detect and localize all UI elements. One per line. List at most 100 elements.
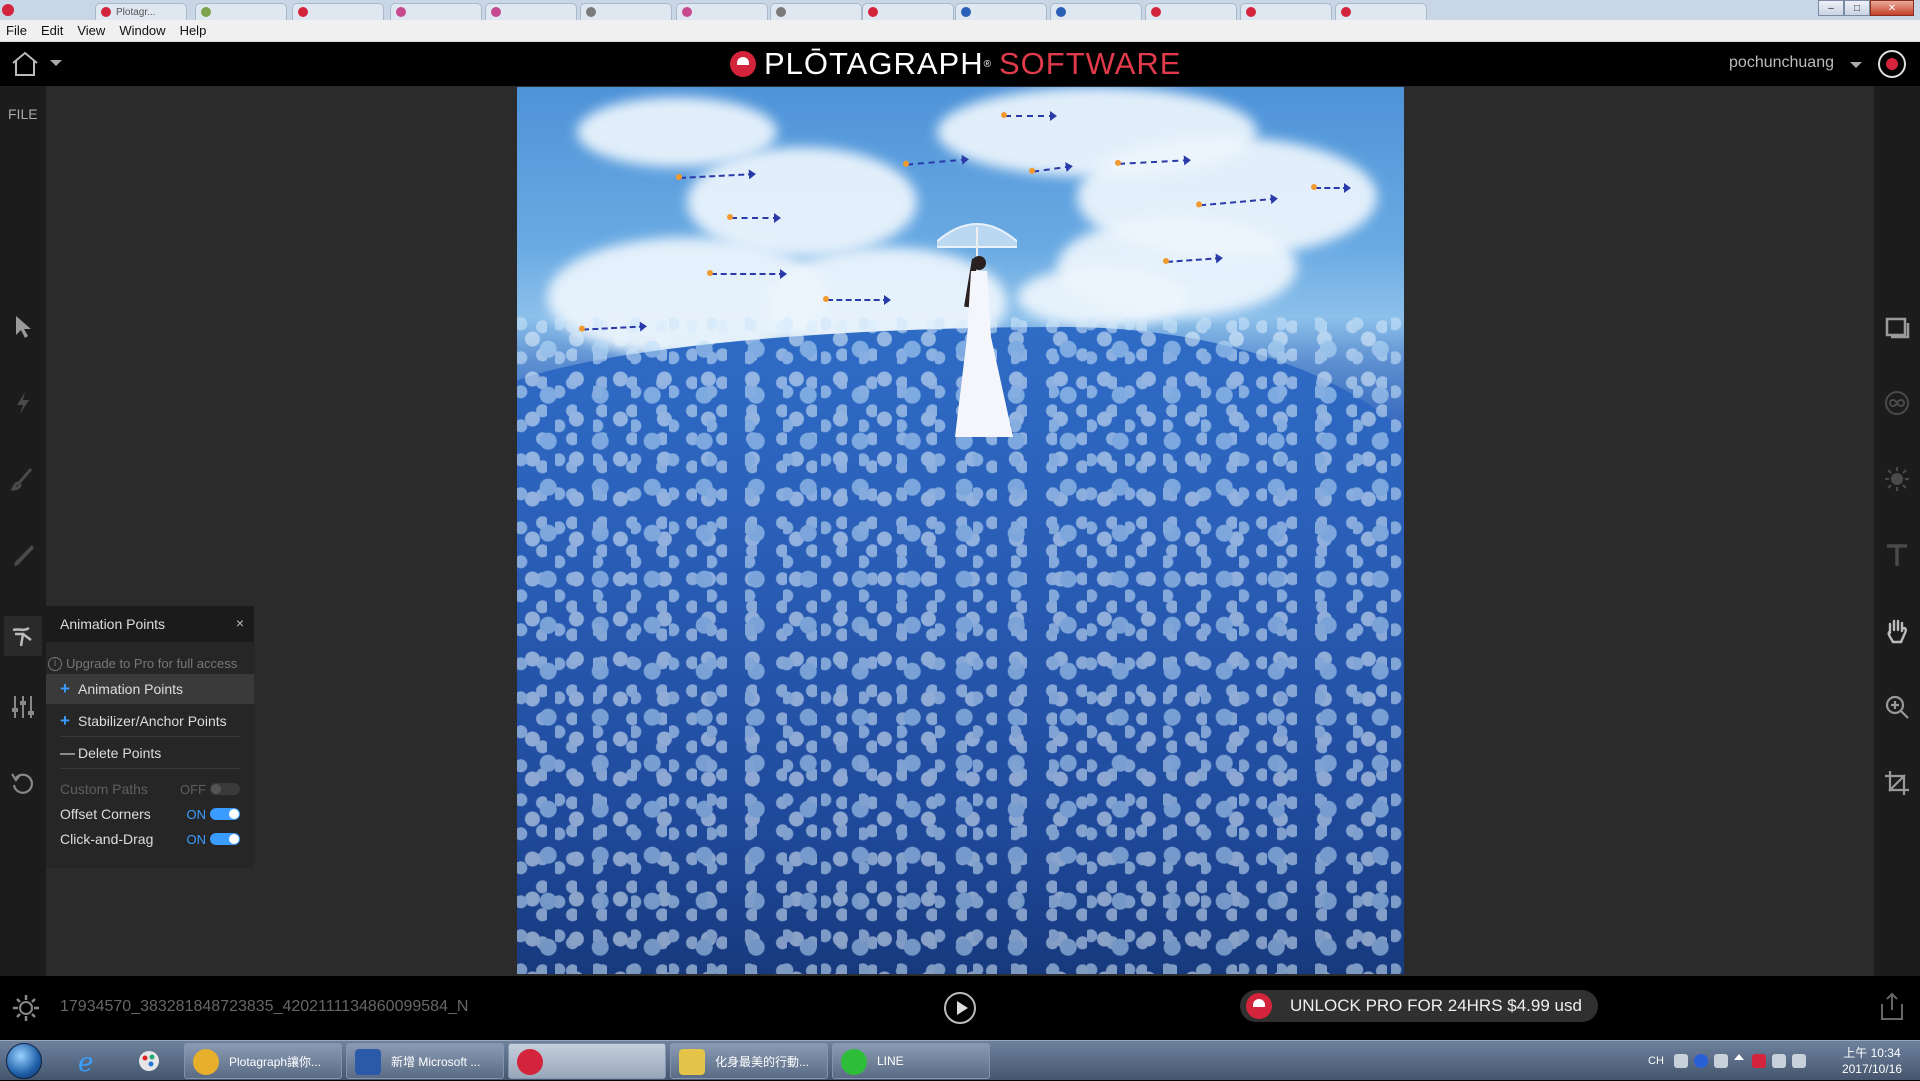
offset-corners-toggle[interactable]: Offset Corners ON: [60, 803, 240, 825]
volume-icon[interactable]: [1792, 1054, 1806, 1068]
browser-tab[interactable]: [580, 3, 672, 20]
minimize-button[interactable]: –: [1818, 0, 1844, 16]
upgrade-note-text: Upgrade to Pro for full access: [66, 656, 238, 671]
right-toolbar: [1874, 86, 1920, 976]
pen-icon[interactable]: [8, 540, 38, 570]
select-arrow-icon[interactable]: [8, 312, 38, 342]
browser-tab[interactable]: [1050, 3, 1142, 20]
animation-points-button[interactable]: + Animation Points: [46, 674, 254, 704]
delete-points-button[interactable]: — Delete Points: [46, 738, 254, 768]
hand-icon[interactable]: [1882, 616, 1912, 646]
browser-tab[interactable]: [1335, 3, 1427, 20]
avatar[interactable]: [1878, 50, 1906, 78]
panel-title: Animation Points: [60, 616, 166, 632]
browser-tab[interactable]: [955, 3, 1047, 20]
brightness-icon[interactable]: [1882, 464, 1912, 494]
close-window-button[interactable]: ✕: [1870, 0, 1914, 16]
browser-tab[interactable]: [862, 3, 954, 20]
sliders-icon[interactable]: [8, 692, 38, 722]
windows-start-icon[interactable]: [6, 1043, 42, 1079]
file-tab[interactable]: FILE: [8, 106, 38, 122]
animation-path-arrow[interactable]: [727, 213, 781, 223]
unlock-pro-button[interactable]: UNLOCK PRO FOR 24HRS $4.99 usd: [1240, 990, 1598, 1022]
svg-text:e: e: [78, 1048, 93, 1076]
maximize-button[interactable]: □: [1844, 0, 1870, 16]
taskbar-app-line[interactable]: LINE: [832, 1043, 990, 1079]
taskbar-app-chrome[interactable]: Plotagraph讓你...: [184, 1043, 342, 1079]
home-icon[interactable]: [10, 50, 40, 78]
menu-view[interactable]: View: [77, 23, 105, 38]
crop-icon[interactable]: [1882, 768, 1912, 798]
folder-icon: [679, 1049, 705, 1075]
browser-tab[interactable]: [1145, 3, 1237, 20]
plus-icon: +: [60, 679, 70, 698]
offset-corners-label: Offset Corners: [60, 806, 151, 822]
animation-path-arrow[interactable]: [907, 158, 967, 166]
stabilizer-anchor-points-button[interactable]: + Stabilizer/Anchor Points: [46, 706, 254, 736]
divider: [60, 736, 240, 737]
close-icon[interactable]: ×: [236, 615, 244, 631]
keyboard-icon[interactable]: [1674, 1054, 1688, 1068]
image-canvas[interactable]: [517, 87, 1404, 974]
click-and-drag-switch[interactable]: [210, 833, 240, 845]
user-menu-chevron-icon[interactable]: [1850, 62, 1862, 68]
animation-path-arrow[interactable]: [1001, 111, 1057, 121]
taskbar-app-word[interactable]: 新增 Microsoft ...: [346, 1043, 504, 1079]
antivirus-icon[interactable]: [1752, 1054, 1766, 1068]
menu-file[interactable]: File: [6, 23, 27, 38]
taskbar-app-folder[interactable]: 化身最美的行動...: [670, 1043, 828, 1079]
browser-tab[interactable]: [676, 3, 768, 20]
custom-paths-switch[interactable]: [210, 783, 240, 795]
custom-paths-toggle[interactable]: Custom Paths OFF: [60, 778, 240, 800]
plus-icon: +: [60, 711, 70, 730]
divider: [60, 768, 240, 769]
lightning-icon[interactable]: [8, 388, 38, 418]
menu-help[interactable]: Help: [180, 23, 207, 38]
help-icon[interactable]: [1694, 1054, 1708, 1068]
text-icon[interactable]: [1882, 540, 1912, 570]
settings-icon[interactable]: [1714, 1054, 1728, 1068]
network-icon[interactable]: [1772, 1054, 1786, 1068]
show-hidden-icons-icon[interactable]: [1734, 1054, 1744, 1060]
browser-tab[interactable]: [195, 3, 287, 20]
tab-favicon-icon: [1246, 7, 1256, 17]
menu-edit[interactable]: Edit: [41, 23, 63, 38]
animation-path-arrow[interactable]: [707, 269, 787, 279]
menu-window[interactable]: Window: [119, 23, 165, 38]
app-logo: PLŌTAGRAPH ® SOFTWARE: [730, 46, 1181, 81]
undo-icon[interactable]: [8, 768, 38, 798]
animation-path-arrow[interactable]: [1311, 183, 1351, 193]
tab-favicon-icon: [682, 7, 692, 17]
play-button[interactable]: [944, 992, 976, 1024]
taskbar-app-plotagraph[interactable]: [508, 1043, 666, 1079]
loop-icon[interactable]: [1882, 388, 1912, 418]
window-controls: – □ ✕: [1818, 0, 1914, 18]
animation-path-arrow[interactable]: [823, 295, 891, 305]
browser-tab[interactable]: [390, 3, 482, 20]
click-and-drag-toggle[interactable]: Click-and-Drag ON: [60, 828, 240, 850]
browser-tab[interactable]: [1240, 3, 1332, 20]
browser-tab[interactable]: [485, 3, 577, 20]
clock[interactable]: 上午 10:34 2017/10/16: [1842, 1045, 1902, 1077]
zoom-icon[interactable]: [1882, 692, 1912, 722]
animation-points-icon[interactable]: [4, 616, 42, 656]
overlay-icon[interactable]: [1882, 312, 1912, 342]
home-menu-chevron-icon[interactable]: [50, 60, 62, 66]
click-and-drag-label: Click-and-Drag: [60, 831, 154, 847]
browser-tab[interactable]: Plotagr...: [95, 3, 187, 20]
paint-icon[interactable]: [132, 1044, 166, 1078]
gear-icon[interactable]: [10, 992, 42, 1024]
share-icon[interactable]: [1878, 992, 1906, 1022]
brush-icon[interactable]: [8, 464, 38, 494]
internet-explorer-icon[interactable]: e: [72, 1044, 106, 1078]
language-indicator[interactable]: CH: [1648, 1055, 1664, 1067]
plotagraph-logo-icon: [1246, 993, 1272, 1019]
browser-tab[interactable]: [292, 3, 384, 20]
upgrade-note[interactable]: i Upgrade to Pro for full access: [48, 656, 237, 671]
username[interactable]: pochunchuang: [1729, 54, 1834, 72]
offset-corners-switch[interactable]: [210, 808, 240, 820]
animation-points-panel: Animation Points × i Upgrade to Pro for …: [46, 606, 254, 868]
clock-date: 2017/10/16: [1841, 1062, 1902, 1076]
taskbar-label: Plotagraph讓你...: [229, 1054, 322, 1069]
browser-tab[interactable]: [770, 3, 862, 20]
